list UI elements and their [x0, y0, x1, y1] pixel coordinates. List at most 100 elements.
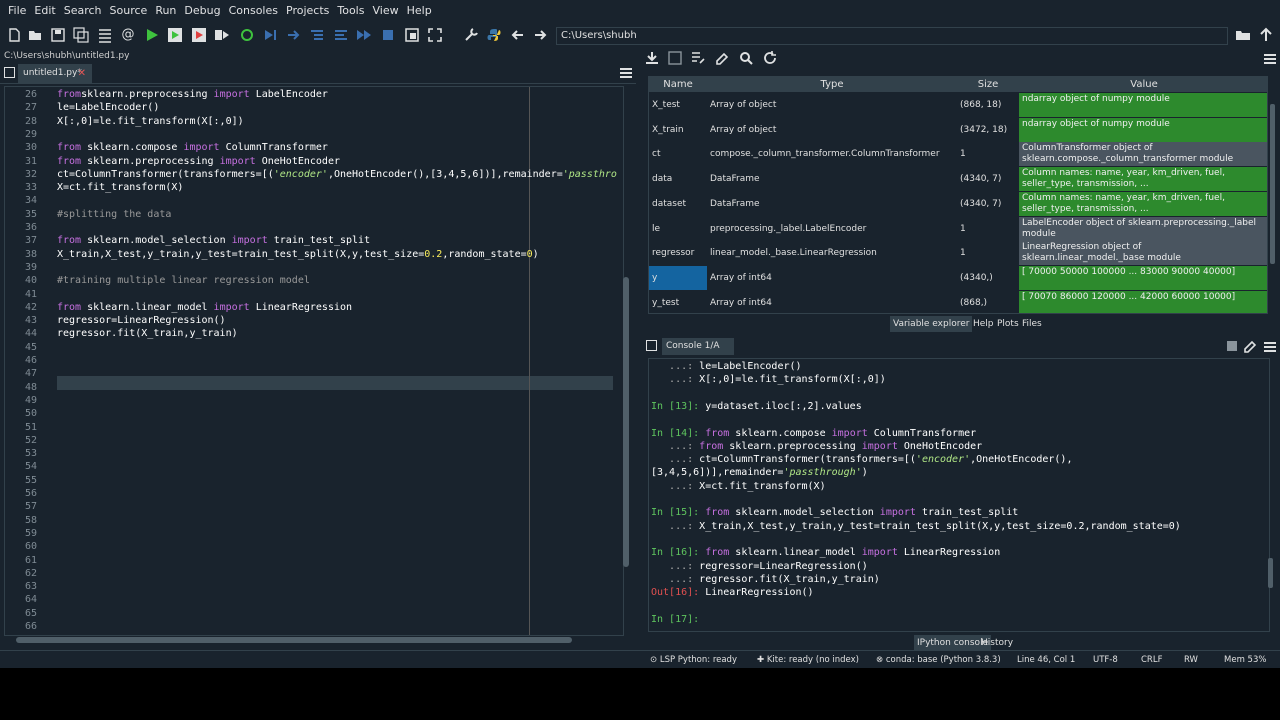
editor-horizontal-scrollbar[interactable]: [16, 637, 572, 643]
step-out-icon[interactable]: [333, 27, 349, 43]
step-icon[interactable]: [286, 27, 302, 43]
lsp-status: ⊙ LSP Python: ready: [650, 655, 737, 665]
line-number: 55: [24, 474, 37, 486]
variable-explorer-options-icon[interactable]: [1264, 54, 1276, 64]
run-cell-advance-icon[interactable]: [191, 27, 207, 43]
column-header-size[interactable]: Size: [957, 77, 1019, 92]
eraser-icon[interactable]: [714, 50, 730, 66]
menu-edit[interactable]: Edit: [30, 0, 59, 22]
rerun-icon[interactable]: [239, 27, 255, 43]
code-token: import: [213, 301, 250, 313]
clear-console-icon[interactable]: [1242, 338, 1258, 354]
outline-icon[interactable]: [97, 27, 113, 43]
tab-files[interactable]: Files: [1019, 316, 1045, 332]
menu-debug[interactable]: Debug: [180, 0, 224, 22]
variable-row-y[interactable]: y Array of int64 (4340,) [ 70000 50000 1000…: [649, 265, 1267, 290]
menu-view[interactable]: View: [368, 0, 402, 22]
line-number: 66: [24, 621, 37, 632]
menu-tools[interactable]: Tools: [333, 0, 368, 22]
email-icon[interactable]: @: [120, 27, 136, 43]
variable-row-ct[interactable]: ct compose._column_transformer.ColumnTran…: [649, 142, 1267, 167]
close-tab-icon[interactable]: ✕: [78, 64, 86, 83]
variable-row-data[interactable]: data DataFrame (4340, 7) Column names: name…: [649, 167, 1267, 192]
back-icon[interactable]: [510, 27, 526, 43]
line-number: 36: [24, 222, 37, 233]
console-line: ...: ct=ColumnTransformer(transformers=[…: [651, 454, 1072, 465]
save-data-as-icon[interactable]: [690, 50, 706, 66]
editor-vertical-scrollbar[interactable]: [623, 277, 629, 567]
variable-row-regressor[interactable]: regressor linear_model._base.LinearRegres…: [649, 241, 1267, 266]
browse-tabs-icon[interactable]: [4, 67, 15, 78]
search-icon[interactable]: [738, 50, 754, 66]
menu-consoles[interactable]: Consoles: [225, 0, 282, 22]
variable-row-dataset[interactable]: dataset DataFrame (4340, 7) Column names: n…: [649, 191, 1267, 216]
code-line: fromsklearn.preprocessing import LabelEn…: [57, 89, 328, 100]
run-selection-icon[interactable]: [214, 27, 230, 43]
wrench-icon[interactable]: [463, 27, 479, 43]
menu-run[interactable]: Run: [151, 0, 180, 22]
menu-help[interactable]: Help: [403, 0, 436, 22]
variable-name: X_train: [652, 124, 684, 135]
menu-file[interactable]: File: [4, 0, 30, 22]
menu-source[interactable]: Source: [106, 0, 152, 22]
tab-plots[interactable]: Plots: [994, 316, 1022, 332]
continue-icon[interactable]: [356, 27, 372, 43]
interrupt-kernel-icon[interactable]: [1224, 338, 1240, 354]
variable-row-x-test[interactable]: X_test Array of object (868, 18) ndarray ob…: [649, 93, 1267, 117]
column-header-value[interactable]: Value: [1019, 77, 1267, 92]
console-pane: Console 1/A ...: le=LabelEncoder() ...: …: [642, 336, 1280, 651]
variable-name: ct: [652, 149, 661, 160]
open-folder-icon[interactable]: [27, 27, 43, 43]
variable-table-header: Name Type Size Value: [649, 77, 1267, 92]
column-header-name[interactable]: Name: [649, 77, 707, 92]
tab-variable-explorer[interactable]: Variable explorer: [890, 316, 973, 332]
fullscreen-icon[interactable]: [427, 27, 443, 43]
save-data-icon[interactable]: [667, 50, 683, 66]
tab-help[interactable]: Help: [970, 316, 997, 332]
refresh-icon[interactable]: [762, 50, 778, 66]
browse-console-tabs-icon[interactable]: [646, 340, 657, 351]
save-icon[interactable]: [50, 27, 66, 43]
debug-step-icon[interactable]: [262, 27, 278, 43]
stop-icon[interactable]: [380, 27, 396, 43]
python-icon[interactable]: [486, 27, 502, 43]
ipython-console-output[interactable]: ...: le=LabelEncoder() ...: X[:,0]=le.fi…: [648, 358, 1270, 632]
variable-size: (4340, 7): [960, 198, 1002, 209]
variable-value: ndarray object of numpy module: [1019, 117, 1267, 142]
variable-type: Array of object: [710, 100, 777, 110]
console-line: In [15]: from sklearn.model_selection im…: [651, 507, 1018, 518]
menu-search[interactable]: Search: [60, 0, 106, 22]
variable-size: (4340, 7): [960, 174, 1002, 185]
step-into-icon[interactable]: [309, 27, 325, 43]
code-token: ColumnTransformer: [219, 142, 328, 154]
console-options-icon[interactable]: [1264, 342, 1276, 352]
parent-directory-icon[interactable]: [1258, 27, 1274, 43]
run-cell-icon[interactable]: [167, 27, 183, 43]
line-number: 52: [24, 434, 37, 446]
save-all-icon[interactable]: [73, 27, 89, 43]
forward-icon[interactable]: [532, 27, 548, 43]
working-directory-input[interactable]: C:\Users\shubh: [556, 27, 1228, 45]
browse-folder-icon[interactable]: [1235, 27, 1251, 43]
variable-size: 1: [960, 248, 966, 259]
tab-console[interactable]: Console 1/A: [662, 338, 734, 355]
variable-row-x-train[interactable]: X_train Array of object (3472, 18) ndarray …: [649, 117, 1267, 142]
code-editor[interactable]: 26 27 28 29 30 31 32 33 34 35 36 37 38 39 40 41 42 43 44 45…: [4, 86, 624, 636]
new-file-icon[interactable]: [6, 27, 22, 43]
menu-projects[interactable]: Projects: [282, 0, 333, 22]
variable-type: compose._column_transformer.ColumnTransf…: [710, 149, 940, 160]
variable-row-le[interactable]: le preprocessing._label.LabelEncoder 1 Labe…: [649, 216, 1267, 241]
column-header-type[interactable]: Type: [707, 77, 957, 92]
import-data-icon[interactable]: [644, 50, 660, 66]
editor-options-icon[interactable]: [620, 68, 632, 78]
run-icon[interactable]: [144, 27, 160, 43]
tab-history[interactable]: History: [978, 635, 1016, 651]
code-token: regressor=LinearRegression(): [699, 560, 868, 572]
variable-explorer-scrollbar[interactable]: [1270, 104, 1275, 264]
code-line: ct=ColumnTransformer(transformers=[('enc…: [57, 169, 617, 180]
variable-row-y-test[interactable]: y_test Array of int64 (868,) [ 70070 86000 …: [649, 290, 1267, 313]
tab-untitled1[interactable]: untitled1.py* ✕: [18, 64, 92, 83]
console-scrollbar[interactable]: [1268, 558, 1273, 588]
maximize-icon[interactable]: [404, 27, 420, 43]
pane-splitter[interactable]: [637, 62, 641, 650]
